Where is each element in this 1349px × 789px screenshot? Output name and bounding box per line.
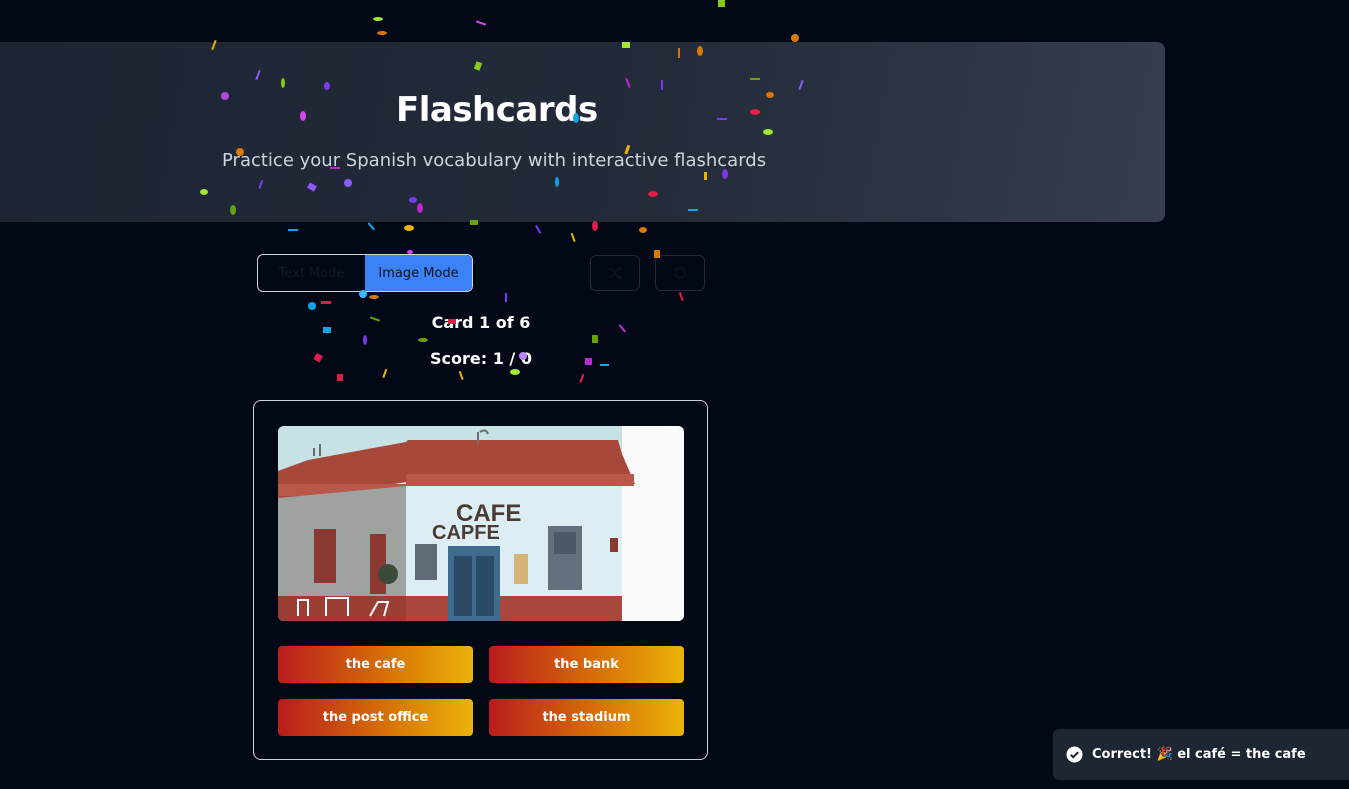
flashcard: CAFE CAPFE the cafe the bank the post of… (253, 400, 708, 760)
shuffle-icon (609, 266, 623, 280)
answer-option-2[interactable]: the bank (489, 646, 684, 683)
reset-button[interactable] (655, 255, 705, 291)
flashcard-image: CAFE CAPFE (278, 426, 684, 621)
check-circle-icon (1066, 746, 1083, 763)
image-mode-button[interactable]: Image Mode (365, 255, 472, 291)
shuffle-button[interactable] (590, 255, 640, 291)
hero-banner (0, 42, 1165, 222)
answer-option-3[interactable]: the post office (278, 699, 473, 736)
mode-toggle: Text Mode Image Mode (257, 254, 473, 292)
answer-option-4[interactable]: the stadium (489, 699, 684, 736)
cafe-illustration: CAFE CAPFE (278, 426, 684, 621)
answer-option-1[interactable]: the cafe (278, 646, 473, 683)
toast-message: Correct! 🎉 el café = the cafe (1092, 747, 1306, 762)
reset-icon (674, 267, 686, 279)
page-subtitle: Practice your Spanish vocabulary with in… (222, 150, 767, 171)
card-counter: Card 1 of 6 (431, 313, 531, 332)
page-title: Flashcards (396, 90, 598, 130)
app-root: Flashcards Practice your Spanish vocabul… (0, 0, 1349, 789)
sign-text-2: CAPFE (432, 522, 500, 544)
success-toast: Correct! 🎉 el café = the cafe (1053, 729, 1349, 780)
score-counter: Score: 1 / 0 (430, 349, 532, 368)
text-mode-button[interactable]: Text Mode (258, 255, 365, 291)
